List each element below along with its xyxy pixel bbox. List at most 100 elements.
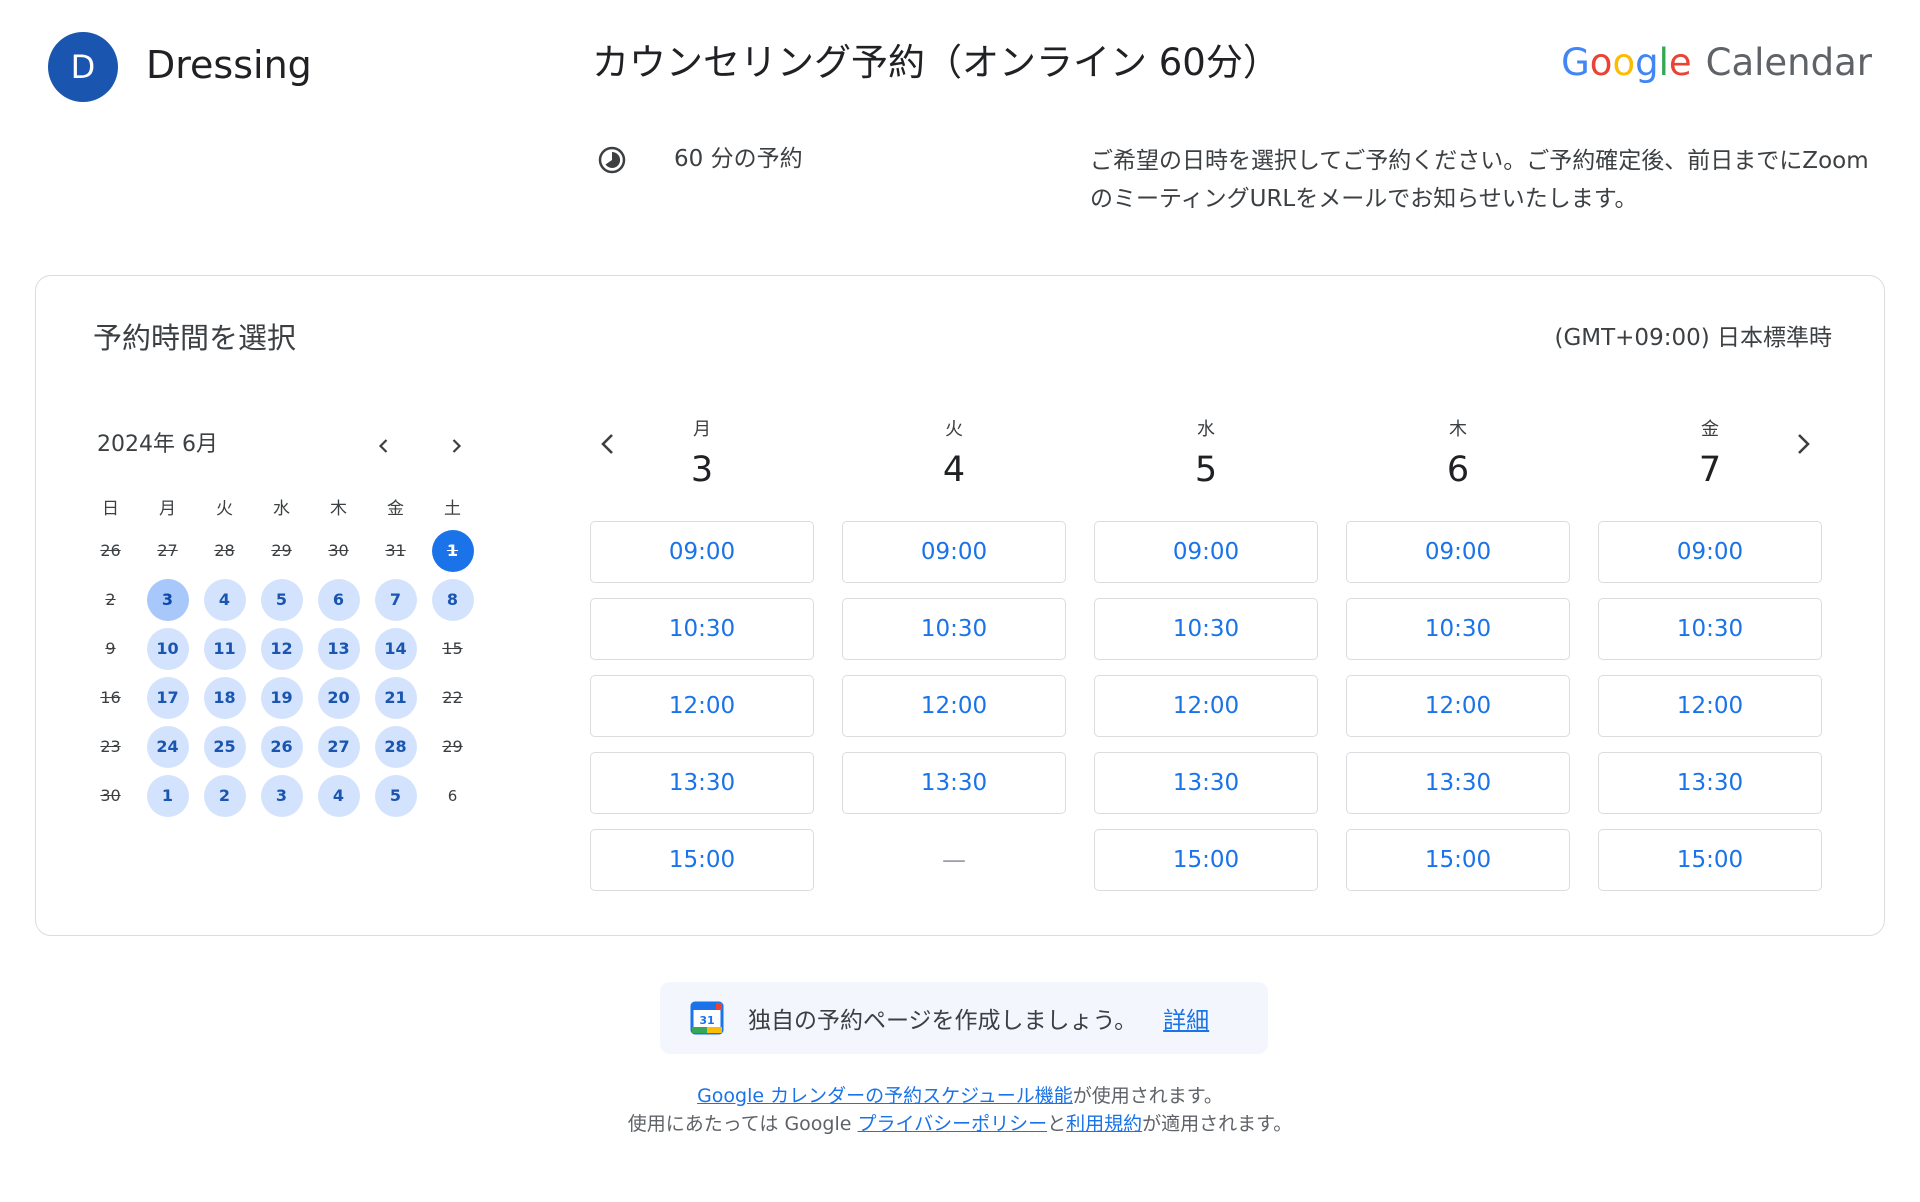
calendar-day: 22 [442,688,463,707]
time-slot-button[interactable]: 13:30 [842,752,1066,814]
time-slot-button[interactable]: 15:00 [1346,829,1570,891]
day-header: 月3 [590,418,814,492]
org-avatar: D [48,32,118,102]
time-slot-button[interactable]: 10:30 [1598,598,1822,660]
day-number: 3 [690,450,714,490]
calendar-day[interactable]: 25 [203,725,246,768]
time-slot-button[interactable]: 09:00 [1346,521,1570,583]
calendar-day[interactable]: 28 [374,725,417,768]
calendar-day[interactable]: 3 [260,774,303,817]
calendar-day: 1 [431,529,474,572]
calendar-day[interactable]: 3 [146,578,189,621]
time-slot-button[interactable]: 15:00 [1598,829,1822,891]
day-number: 6 [1446,450,1470,490]
calendar-day[interactable]: 20 [317,676,360,719]
calendar-day[interactable]: 12 [260,627,303,670]
calendar-day: 2 [105,590,116,609]
time-slot-button[interactable]: 12:00 [1346,675,1570,737]
time-slot-button[interactable]: 13:30 [1346,752,1570,814]
calendar-day[interactable]: 18 [203,676,246,719]
calendar-day: 26 [100,541,121,560]
calendar-day[interactable]: 17 [146,676,189,719]
calendar-day[interactable]: 14 [374,627,417,670]
calendar-day: 31 [385,541,406,560]
calendar-day[interactable]: 19 [260,676,303,719]
weekday-header: 水 [273,498,290,519]
time-slot-button[interactable]: 09:00 [590,521,814,583]
next-month-button[interactable] [438,428,474,464]
calendar-day[interactable]: 7 [374,578,417,621]
calendar-day[interactable]: 4 [317,774,360,817]
time-slot-button[interactable]: 13:30 [1094,752,1318,814]
calendar-day[interactable]: 5 [260,578,303,621]
weekday-header: 木 [330,498,347,519]
footer-line-1: Google カレンダーの予約スケジュール機能が使用されます。 [697,1085,1223,1107]
day-of-week: 火 [945,419,963,440]
day-number: 4 [942,450,966,490]
duration-label: 60 分の予約 [674,146,803,172]
time-slot-button[interactable]: 10:30 [1094,598,1318,660]
calendar-day: 29 [442,737,463,756]
time-slot-button[interactable]: 10:30 [590,598,814,660]
chevron-left-icon [378,439,388,453]
weekday-header: 金 [387,498,404,519]
calendar-day: 30 [100,786,121,805]
time-slot-button[interactable]: 12:00 [1094,675,1318,737]
calendar-day[interactable]: 2 [203,774,246,817]
promo-text: 独自の予約ページを作成しましょう。 [748,1008,1138,1034]
calendar-day[interactable]: 21 [374,676,417,719]
calendar-day[interactable]: 26 [260,725,303,768]
time-slot-button[interactable]: 12:00 [842,675,1066,737]
calendar-day[interactable]: 24 [146,725,189,768]
calendar-day: 6 [447,786,458,805]
time-slot-button[interactable]: 09:00 [842,521,1066,583]
promo-details-link[interactable]: 詳細 [1163,1001,1209,1035]
time-slot-button[interactable]: 15:00 [1094,829,1318,891]
time-slot-button[interactable]: 13:30 [590,752,814,814]
time-slot-button[interactable]: 12:00 [590,675,814,737]
calendar-day[interactable]: 5 [374,774,417,817]
day-header: 金7 [1598,418,1822,492]
calendar-day[interactable]: 27 [317,725,360,768]
calendar-day: 28 [214,541,235,560]
calendar-day[interactable]: 13 [317,627,360,670]
prev-month-button[interactable] [366,428,402,464]
org-name: Dressing [146,43,312,87]
footer-line-2: 使用にあたっては Google プライバシーポリシーと利用規約が適用されます。 [627,1113,1293,1135]
weekday-header: 火 [216,498,233,519]
weekday-header: 日 [102,498,119,519]
terms-link[interactable]: 利用規約 [1066,1113,1142,1135]
time-slot-button[interactable]: 13:30 [1598,752,1822,814]
calendar-day[interactable]: 10 [146,627,189,670]
privacy-policy-link[interactable]: プライバシーポリシー [858,1113,1048,1135]
calendar-day[interactable]: 8 [431,578,474,621]
time-slot-button[interactable]: 09:00 [1598,521,1822,583]
calendar-day[interactable]: 1 [146,774,189,817]
time-slot-button[interactable]: 10:30 [1346,598,1570,660]
calendar-day[interactable]: 6 [317,578,360,621]
day-header: 木6 [1346,418,1570,492]
time-slot-button[interactable]: 10:30 [842,598,1066,660]
day-number: 7 [1698,450,1722,490]
time-slot-button[interactable]: 12:00 [1598,675,1822,737]
calendar-day[interactable]: 4 [203,578,246,621]
calendar-day: 16 [100,688,121,707]
weekday-header: 土 [444,498,461,519]
day-of-week: 月 [693,419,711,440]
page-title: カウンセリング予約（オンライン 60分） [592,41,1280,84]
calendar-day: 15 [442,639,463,658]
time-slot-button[interactable]: 15:00 [590,829,814,891]
day-of-week: 水 [1197,419,1215,440]
day-header: 水5 [1094,418,1318,492]
chevron-right-icon [452,439,462,453]
calendar-day: 27 [157,541,178,560]
appointment-schedule-link[interactable]: Google カレンダーの予約スケジュール機能 [697,1085,1073,1107]
google-calendar-logo: Google Calendar [1561,41,1872,84]
clock-icon [598,146,626,174]
timezone-selector[interactable]: (GMT+09:00) 日本標準時 [1554,322,1832,354]
calendar-day[interactable]: 11 [203,627,246,670]
mini-calendar-grid: 日月火水木金土 26 27 28 29 30 31 1 2 3 4 5 6 7 8 9 10 11 12 13 14 15… [82,486,490,820]
time-slot-button[interactable]: 09:00 [1094,521,1318,583]
weekday-header: 月 [159,498,176,519]
calendar-day: 29 [271,541,292,560]
